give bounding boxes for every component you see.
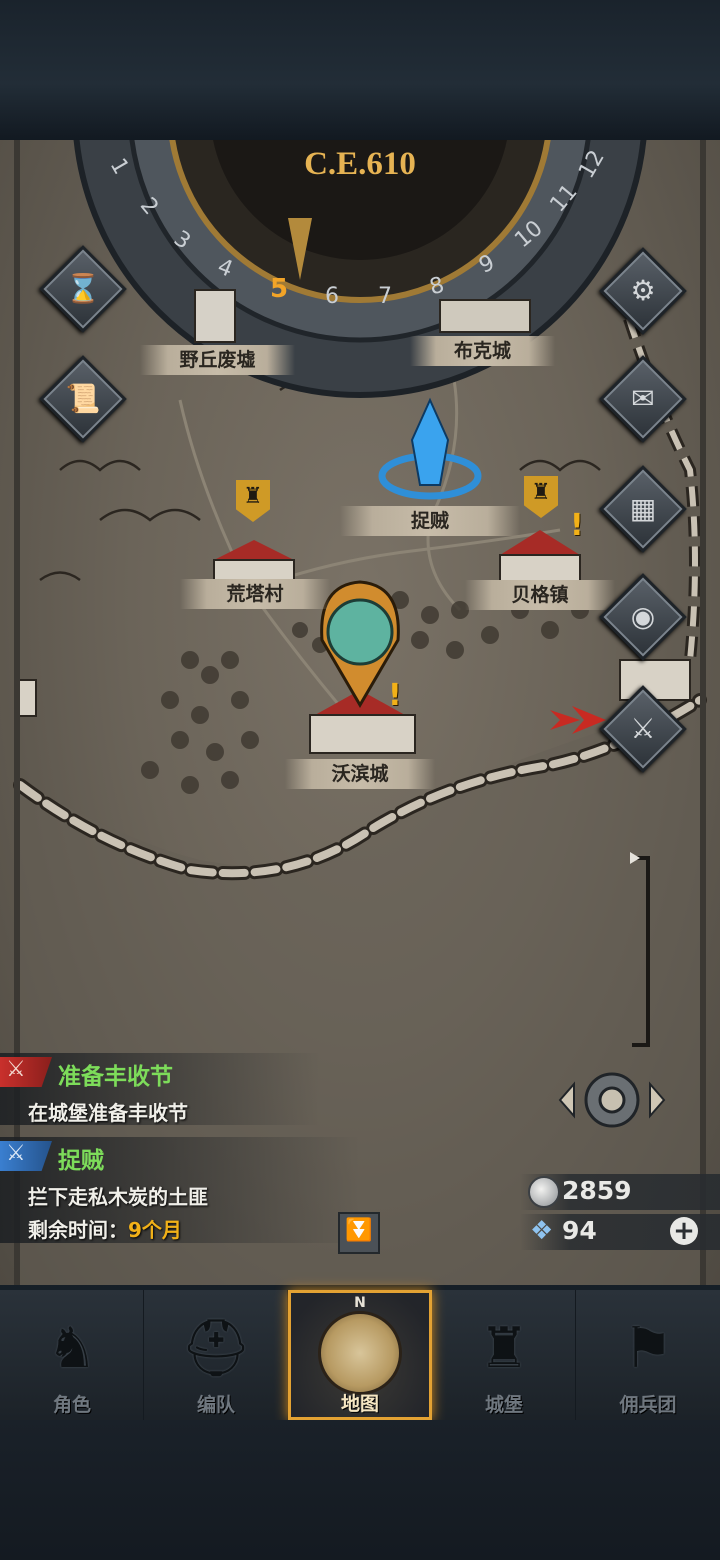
- place-huangta-village[interactable]: 荒塔村: [180, 579, 330, 609]
- alert-icon-wobin: !: [388, 678, 402, 713]
- silver-resource: 2859: [520, 1174, 720, 1210]
- hourglass-icon: ⌛: [65, 272, 101, 305]
- quest-desc-harvest: 在城堡准备丰收节: [28, 1101, 188, 1125]
- crystal-resource: ❖ 94 +: [520, 1214, 720, 1250]
- tab-formation-label: 编队: [196, 1394, 235, 1416]
- place-beige-town[interactable]: 贝格镇: [465, 580, 615, 610]
- month-3: 3: [169, 226, 195, 255]
- collapse-icon: ⏬: [345, 1218, 373, 1243]
- quest-time-value: 9个月: [128, 1218, 182, 1242]
- compass-n: N: [354, 1295, 366, 1311]
- recenter-button[interactable]: [558, 1070, 668, 1132]
- tab-map-label: 地图: [340, 1393, 379, 1415]
- quest-title-thief[interactable]: 捉贼: [58, 1141, 104, 1175]
- place-yeqiu-ruins[interactable]: 野丘废墟: [140, 345, 295, 375]
- bottom-nav: ♞ 角色 ⛑ 编队 N 地图 ♜ 城堡 ⚑ 佣兵团: [0, 1290, 720, 1420]
- knight-icon: ♞: [46, 1316, 98, 1381]
- tab-character-label: 角色: [52, 1394, 91, 1416]
- battle-icon: ⚔: [630, 712, 656, 745]
- compass-icon: [318, 1311, 402, 1395]
- quest-time: 剩余时间：9个月: [28, 1214, 182, 1243]
- castle-icon: ♜: [478, 1316, 530, 1381]
- crystal-amount: 94: [562, 1216, 597, 1245]
- add-crystal-button[interactable]: +: [670, 1217, 698, 1245]
- month-9: 9: [475, 250, 499, 279]
- tab-mercenary[interactable]: ⚑ 佣兵团: [576, 1290, 720, 1420]
- sword-icon: ⚔: [6, 1057, 26, 1082]
- bottom-bar: [0, 1420, 720, 1560]
- player-marker: [320, 580, 400, 708]
- month-6: 6: [325, 284, 339, 309]
- gear-icon: ⚙: [630, 274, 656, 307]
- month-2: 2: [134, 193, 164, 220]
- board-icon: ▦: [629, 492, 657, 525]
- month-10: 10: [510, 215, 548, 254]
- place-wobin-city[interactable]: 沃滨城: [285, 759, 435, 789]
- quest-title-harvest[interactable]: 准备丰收节: [58, 1057, 173, 1091]
- place-quest-zhuozei[interactable]: 捉贼: [340, 506, 520, 536]
- tab-castle-label: 城堡: [484, 1394, 523, 1416]
- mail-icon: ✉: [631, 382, 655, 415]
- tab-map[interactable]: N 地图: [288, 1290, 432, 1420]
- silver-coin-icon: [528, 1176, 560, 1208]
- tab-castle[interactable]: ♜ 城堡: [432, 1290, 576, 1420]
- month-7: 7: [378, 284, 392, 309]
- tab-character[interactable]: ♞ 角色: [0, 1290, 144, 1420]
- alert-icon-beige: !: [570, 508, 584, 543]
- month-1: 1: [104, 154, 134, 179]
- month-8: 8: [427, 272, 447, 301]
- quest-crystal-marker: [378, 397, 482, 500]
- crystal-icon: ❖: [530, 1216, 554, 1246]
- quest-time-label: 剩余时间：: [28, 1218, 128, 1242]
- place-buke-city[interactable]: 布克城: [410, 336, 555, 366]
- silver-amount: 2859: [562, 1176, 632, 1205]
- coin-icon: ◉: [630, 600, 656, 633]
- scroll-icon: 📜: [65, 382, 101, 415]
- quest-desc-thief: 拦下走私木炭的土匪: [28, 1185, 208, 1209]
- top-bar: [0, 0, 720, 140]
- month-12: 12: [574, 146, 610, 183]
- month-11: 11: [545, 179, 583, 218]
- sword-icon: ⚔: [6, 1141, 26, 1166]
- mercenary-icon: ⚑: [622, 1316, 674, 1381]
- month-5-current: 5: [270, 274, 289, 304]
- collapse-quests-button[interactable]: ⏬: [338, 1212, 380, 1254]
- tab-mercenary-label: 佣兵团: [619, 1394, 677, 1416]
- helmet-icon: ⛑: [180, 1316, 252, 1381]
- month-4: 4: [213, 254, 237, 283]
- tab-formation[interactable]: ⛑ 编队: [144, 1290, 288, 1420]
